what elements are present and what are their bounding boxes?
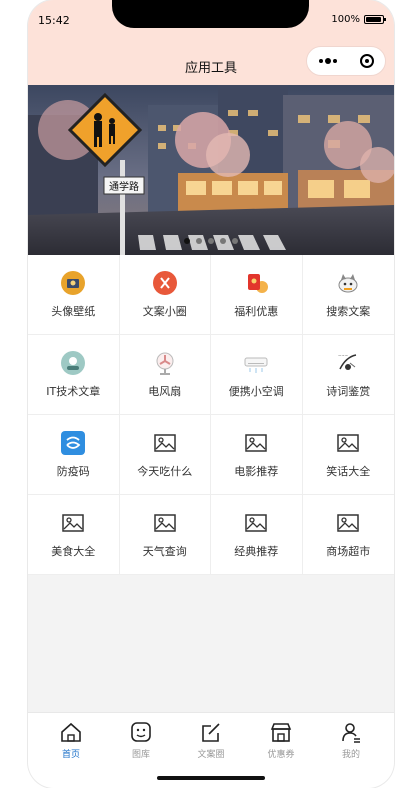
carousel-dot[interactable] xyxy=(196,238,202,244)
top-bar: 15:42 100% 应用工具 xyxy=(28,0,394,85)
air-conditioner-icon xyxy=(244,351,268,375)
tab-label: 首页 xyxy=(61,750,80,760)
grid-item-avatar-wallpaper[interactable]: 头像壁纸 xyxy=(28,255,120,335)
tech-article-icon xyxy=(61,350,86,375)
school-road-sign-text: 通学路 xyxy=(109,180,139,193)
grid-item-label: 诗词鉴赏 xyxy=(326,384,371,398)
close-miniapp-icon[interactable] xyxy=(359,54,374,68)
carousel-dot[interactable] xyxy=(184,238,190,244)
carousel-dot[interactable] xyxy=(220,238,226,244)
image-placeholder-icon xyxy=(244,511,268,535)
tab-label: 文案圈 xyxy=(197,750,225,760)
grid-item-label: 电影推荐 xyxy=(234,464,279,478)
grid-item-electric-fan[interactable]: 电风扇 xyxy=(119,335,211,415)
banner-carousel[interactable]: 通学路 xyxy=(28,85,394,255)
grid-item-movie-recommend[interactable]: 电影推荐 xyxy=(211,415,303,495)
grid-item-what-to-eat[interactable]: 今天吃什么 xyxy=(119,415,211,495)
svg-text:~~~: ~~~ xyxy=(338,353,348,358)
carousel-dot[interactable] xyxy=(208,238,214,244)
grid-item-poetry[interactable]: ~~~ 诗词鉴赏 xyxy=(302,335,394,415)
poetry-icon: ~~~ xyxy=(336,351,360,375)
grid-item-label: 防疫码 xyxy=(56,464,90,478)
copywriting-circle-icon xyxy=(152,270,177,295)
grid-item-label: 经典推荐 xyxy=(234,544,279,558)
image-placeholder-icon xyxy=(153,511,177,535)
grid-item-label: 商场超市 xyxy=(326,544,371,558)
red-packet-icon xyxy=(244,271,269,295)
grid-item-label: 福利优惠 xyxy=(234,304,279,318)
battery-percent: 100% xyxy=(331,14,360,25)
home-icon xyxy=(61,722,81,742)
device-notch xyxy=(112,0,309,28)
electric-fan-icon xyxy=(153,351,177,375)
grid-item-label: 笑话大全 xyxy=(326,464,371,478)
tab-mine[interactable]: 我的 xyxy=(327,713,375,788)
gallery-face-icon xyxy=(131,722,151,742)
grid-item-label: 美食大全 xyxy=(51,544,96,558)
carousel-dot[interactable] xyxy=(232,238,238,244)
grid-item-weather[interactable]: 天气查询 xyxy=(119,495,211,575)
grid-item-label: 便携小空调 xyxy=(228,384,284,398)
tab-label: 图库 xyxy=(131,750,150,760)
grid-item-copywriting-circle[interactable]: 文案小圈 xyxy=(119,255,211,335)
health-code-icon xyxy=(61,430,86,455)
tab-label: 我的 xyxy=(341,750,360,760)
avatar-wallpaper-icon xyxy=(61,270,86,295)
user-icon xyxy=(342,723,360,743)
image-placeholder-icon xyxy=(336,431,360,455)
grid-item-label: 天气查询 xyxy=(142,544,187,558)
phone-screen: 15:42 100% 应用工具 通学路 头像壁纸 文案小圈 福利优惠 搜索文案 … xyxy=(28,0,394,788)
store-icon xyxy=(270,723,292,742)
grid-item-label: 头像壁纸 xyxy=(51,304,96,318)
grid-item-search-copy[interactable]: 搜索文案 xyxy=(302,255,394,335)
cat-search-icon xyxy=(336,271,360,295)
grid-item-label: 文案小圈 xyxy=(142,304,187,318)
image-placeholder-icon xyxy=(153,431,177,455)
carousel-indicator[interactable] xyxy=(28,238,394,244)
grid-item-health-code[interactable]: 防疫码 xyxy=(28,415,120,495)
edit-icon xyxy=(202,723,220,742)
grid-item-it-article[interactable]: IT技术文章 xyxy=(28,335,120,415)
grid-item-welfare-discount[interactable]: 福利优惠 xyxy=(211,255,303,335)
image-placeholder-icon xyxy=(61,511,85,535)
grid-item-label: 今天吃什么 xyxy=(137,464,193,478)
image-placeholder-icon xyxy=(336,511,360,535)
status-time: 15:42 xyxy=(38,14,70,27)
grid-item-label: 电风扇 xyxy=(148,384,182,398)
grid-item-supermarket[interactable]: 商场超市 xyxy=(302,495,394,575)
grid-item-jokes[interactable]: 笑话大全 xyxy=(302,415,394,495)
grid-item-food[interactable]: 美食大全 xyxy=(28,495,120,575)
banner-image: 通学路 xyxy=(28,85,394,255)
tab-home[interactable]: 首页 xyxy=(47,713,95,788)
home-indicator xyxy=(157,776,265,780)
grid-item-label: IT技术文章 xyxy=(46,384,101,398)
battery-status: 100% xyxy=(331,14,386,25)
battery-icon xyxy=(364,15,386,24)
grid-item-label: 搜索文案 xyxy=(326,304,371,318)
tab-label: 优惠券 xyxy=(267,750,295,760)
grid-item-portable-ac[interactable]: 便携小空调 xyxy=(211,335,303,415)
tool-grid: 头像壁纸 文案小圈 福利优惠 搜索文案 IT技术文章 电风扇 便携小空调 ~~~… xyxy=(28,255,394,575)
image-placeholder-icon xyxy=(244,431,268,455)
miniapp-capsule xyxy=(306,46,386,76)
grid-item-classic-recommend[interactable]: 经典推荐 xyxy=(211,495,303,575)
more-menu-icon[interactable] xyxy=(318,58,337,64)
